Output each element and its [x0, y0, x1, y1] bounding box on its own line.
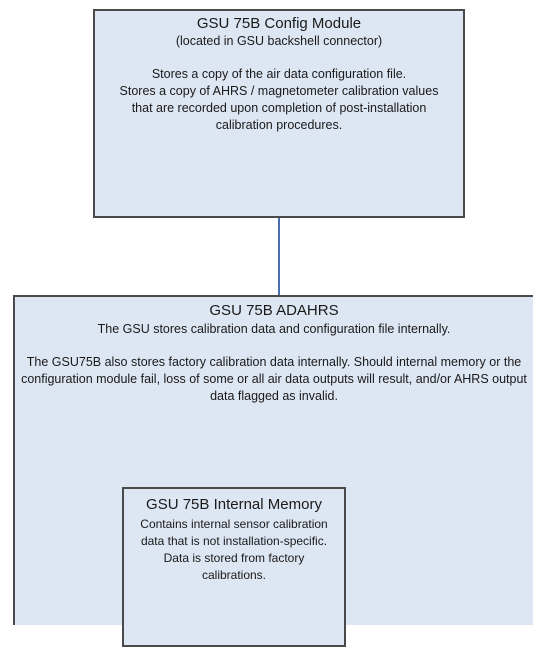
adahrs-box: GSU 75B ADAHRS The GSU stores calibratio…: [13, 295, 533, 647]
config-module-description-1: Stores a copy of the air data configurat…: [151, 67, 407, 81]
config-module-location: (located in GSU backshell connector): [175, 34, 383, 48]
config-module-title: GSU 75B Config Module: [196, 15, 362, 32]
adahrs-description-2: The GSU75B also stores factory calibrati…: [21, 355, 527, 403]
config-module-box: GSU 75B Config Module (located in GSU ba…: [93, 9, 465, 218]
connector-line: [278, 218, 280, 295]
internal-memory-title: GSU 75B Internal Memory: [146, 496, 322, 513]
adahrs-title: GSU 75B ADAHRS: [209, 302, 339, 319]
internal-memory-box: GSU 75B Internal Memory Contains interna…: [122, 487, 346, 647]
config-module-description-2: Stores a copy of AHRS / magnetometer cal…: [119, 84, 439, 132]
adahrs-description-1: The GSU stores calibration data and conf…: [97, 322, 451, 336]
internal-memory-description: Contains internal sensor calibration dat…: [140, 517, 328, 582]
